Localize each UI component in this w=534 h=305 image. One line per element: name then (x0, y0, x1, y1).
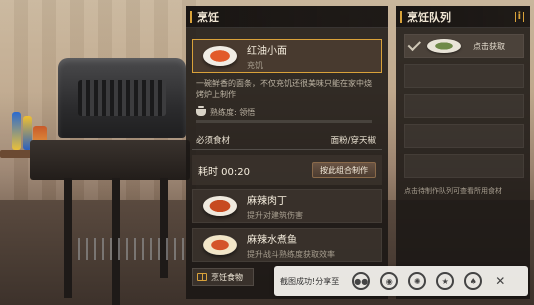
pot-icon (196, 105, 206, 116)
cooking-panel-title: 烹饪 (197, 10, 219, 24)
noodle-bowl-icon (203, 46, 237, 66)
qq-icon[interactable]: ♠ (464, 272, 483, 290)
queue-slot-empty[interactable] (404, 94, 524, 118)
selected-recipe-card[interactable]: 红油小面 充饥 (192, 39, 382, 73)
queue-panel-title: 烹饪队列 (407, 10, 451, 24)
recipe-effect: 充饥 (247, 60, 263, 70)
close-icon[interactable]: ✕ (495, 274, 505, 288)
qzone-icon[interactable]: ★ (436, 272, 455, 290)
grill-leg (160, 178, 168, 278)
ingredients-row: 必须食材 面粉/穿天椒 (196, 134, 376, 146)
queue-hint: 点击待制作队列可查看所用食材 (404, 187, 502, 195)
queue-slot-empty[interactable] (404, 124, 524, 148)
ingredients-label: 必须食材 (196, 136, 231, 146)
share-bar: 截图成功!分享至 ●● ◉ ✺ ★ ♠ ✕ (274, 266, 528, 296)
recipe-name: 麻辣水煮鱼 (247, 234, 297, 246)
check-icon (407, 37, 422, 51)
spicy-meat-dish-icon (203, 196, 237, 216)
title-accent (400, 10, 402, 23)
cook-time-row: 耗时 00:20 按此组合制作 (192, 155, 382, 185)
recipe-list-item[interactable]: 麻辣水煮鱼 提升战斗熟练度获取效率 (192, 228, 382, 262)
collect-label: 点击获取 (473, 41, 505, 51)
skill-label: 熟练度: 领悟 (210, 107, 256, 117)
grill-lower-rack (78, 238, 188, 260)
cook-time: 耗时 00:20 (198, 166, 250, 178)
queue-panel-header: 烹饪队列 i (396, 6, 530, 28)
grill-body[interactable] (30, 140, 190, 180)
salad-dish-icon (427, 39, 461, 53)
ingredients-value: 面粉/穿天椒 (330, 136, 376, 146)
wechat-icon[interactable]: ●● (352, 272, 371, 290)
grill-vent (78, 80, 166, 116)
cooking-panel: 烹饪 红油小面 充饥 一碗鲜香的面条，不仅充饥还很美味只能在家中烧烤炉上制作 熟… (186, 6, 388, 299)
cooking-panel-header: 烹饪 (186, 6, 388, 28)
skill-progress-bar (196, 120, 372, 123)
grill-lid[interactable] (58, 58, 186, 138)
queue-slot-empty[interactable] (404, 64, 524, 88)
recipe-name: 红油小面 (247, 45, 287, 57)
skill-row: 熟练度: 领悟 (196, 105, 376, 118)
recipe-list-item[interactable]: 麻辣肉丁 提升对建筑伤害 (192, 189, 382, 223)
title-accent (190, 10, 192, 23)
queue-slot-ready[interactable]: 点击获取 (404, 34, 524, 58)
cook-food-label: 烹饪食物 (211, 272, 243, 282)
divider (192, 149, 382, 150)
share-message: 截图成功!分享至 (280, 276, 340, 286)
seasoning-bottle (12, 112, 21, 150)
queue-slot-empty[interactable] (404, 154, 524, 178)
cook-food-button[interactable]: 烹饪食物 (192, 268, 254, 286)
recipe-effect: 提升战斗熟练度获取效率 (247, 249, 335, 259)
recipe-effect: 提升对建筑伤害 (247, 210, 303, 220)
cooking-queue-panel: 烹饪队列 i 点击获取 点击待制作队列可查看所用食材 (396, 6, 530, 299)
boiled-fish-dish-icon (203, 235, 237, 255)
combo-cook-button[interactable]: 按此组合制作 (312, 162, 376, 178)
recipe-description: 一碗鲜香的面条，不仅充饥还很美味只能在家中烧烤炉上制作 (196, 79, 372, 99)
recipe-name: 麻辣肉丁 (247, 195, 287, 207)
grill-leg (64, 178, 72, 298)
info-icon[interactable]: i (514, 11, 524, 22)
moments-icon[interactable]: ✺ (408, 272, 427, 290)
weibo-icon[interactable]: ◉ (380, 272, 399, 290)
recipe-book-icon (197, 273, 207, 281)
